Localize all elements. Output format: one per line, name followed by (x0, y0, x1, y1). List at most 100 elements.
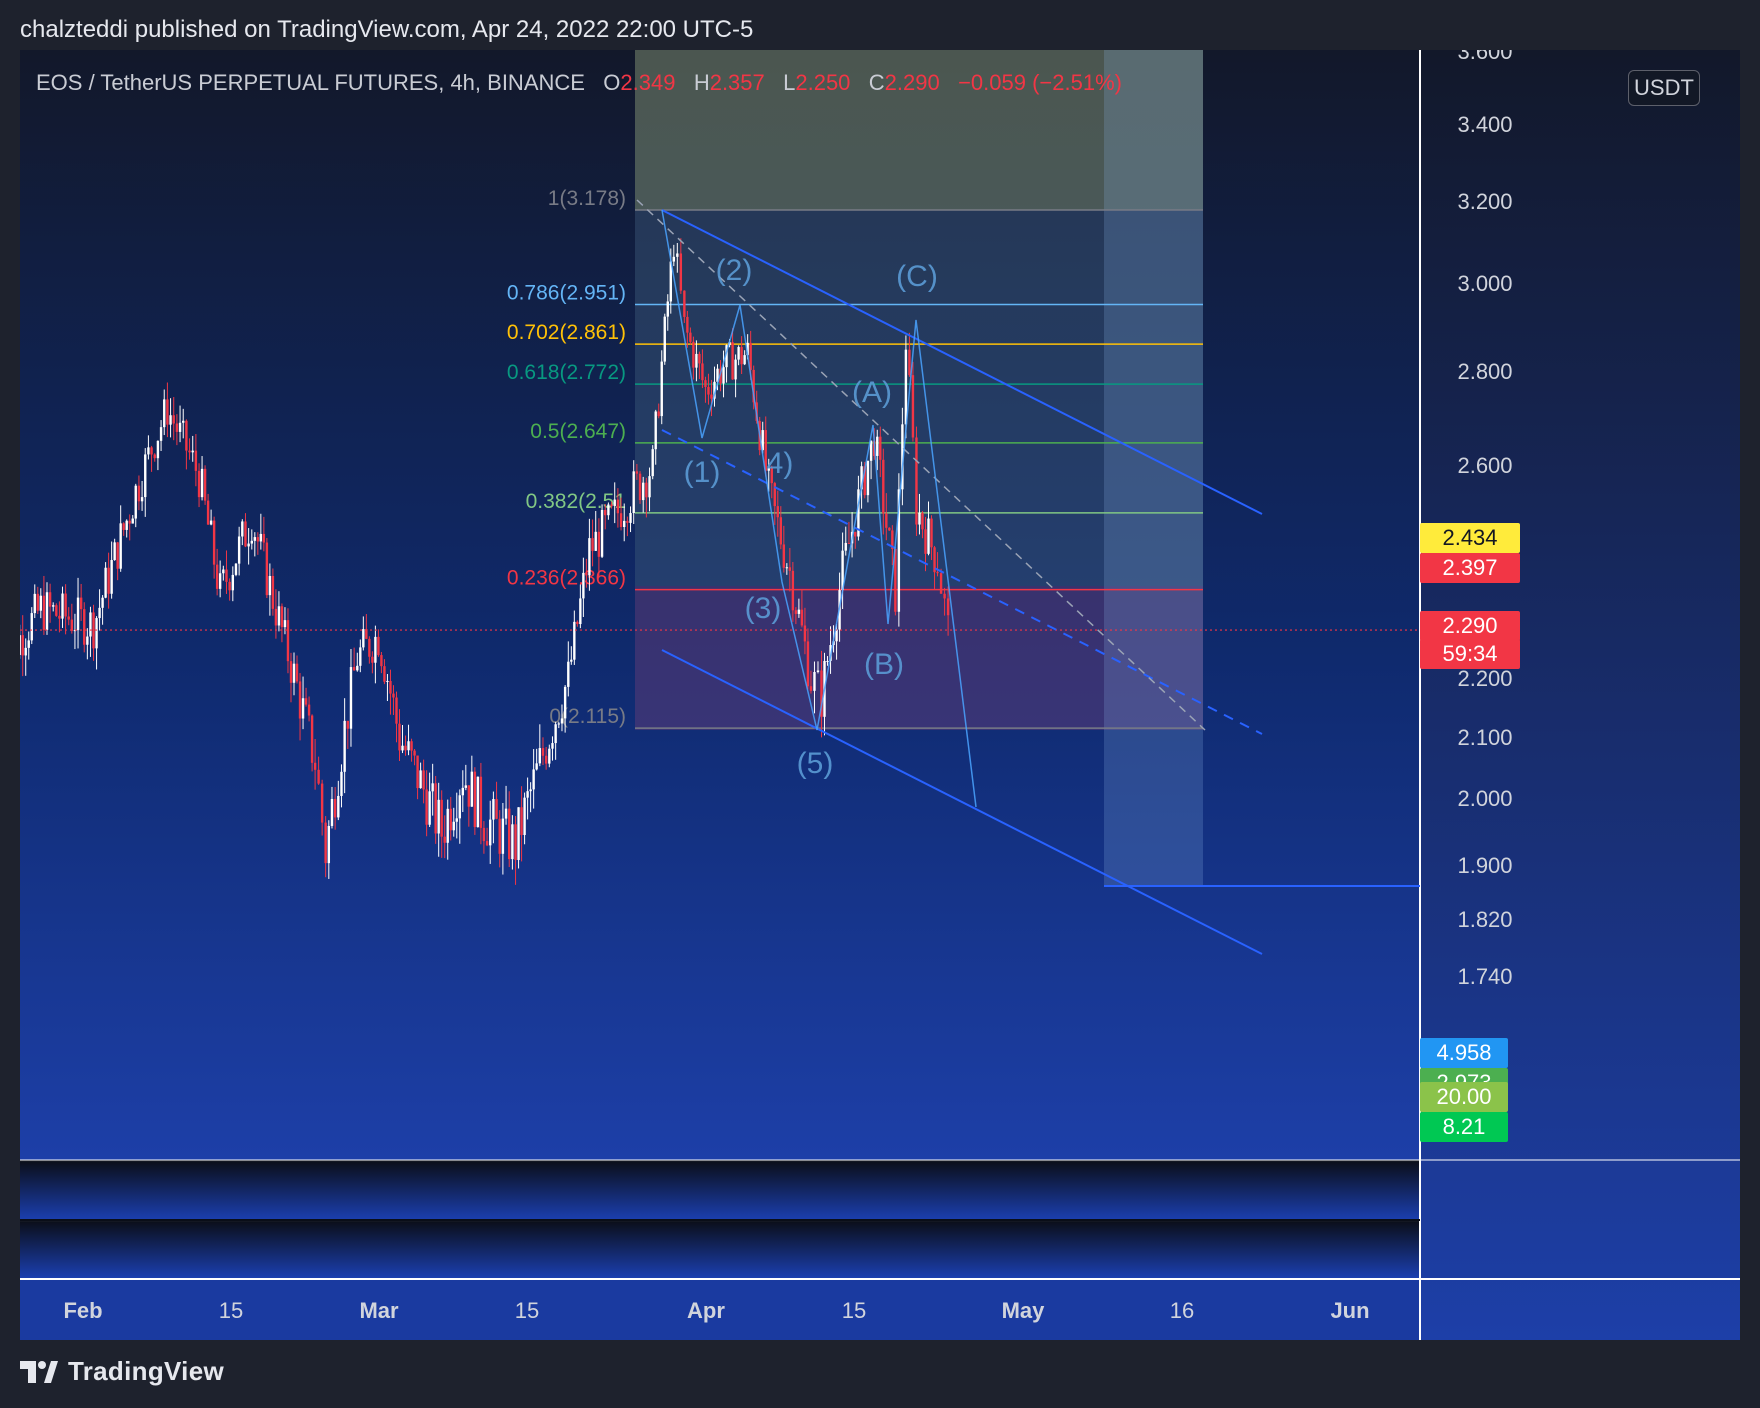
candle-body (362, 629, 365, 648)
candle (265, 538, 269, 598)
fib-level-label: 0.5(2.647) (530, 420, 626, 443)
candle-body (927, 518, 930, 554)
candle-body (806, 641, 810, 687)
candle-body (48, 592, 52, 607)
candle-body (651, 449, 654, 477)
candle-body (879, 436, 882, 460)
price-axis-tick-label: 2.600 (1457, 453, 1512, 478)
candle-body (259, 533, 263, 542)
candle-body (169, 415, 172, 425)
candle-body (657, 411, 660, 417)
candle-body (600, 509, 604, 557)
currency-unit-button[interactable]: USDT (1628, 70, 1700, 106)
wave-label: (1) (684, 456, 721, 489)
candle-body (95, 618, 98, 649)
candle (55, 603, 58, 617)
wave-label: (B) (864, 648, 904, 681)
candle-body (140, 497, 144, 502)
candle-body (915, 437, 918, 525)
price-badge: 2.434 (1420, 523, 1520, 553)
indicator-pane-2-bg (20, 1222, 1420, 1278)
candle-body (98, 607, 101, 619)
candle-body (779, 517, 783, 545)
candle-body (147, 447, 150, 455)
candle-body (150, 447, 153, 455)
candle-body (386, 680, 389, 682)
candle-body (740, 347, 743, 365)
candle-body (200, 468, 204, 498)
fib-level-label: 0.382(2.51 (526, 490, 626, 513)
tradingview-logo-icon (20, 1360, 58, 1383)
candle-body (588, 538, 591, 576)
candle-body (570, 659, 573, 662)
candle-body (526, 791, 529, 798)
candle-body (215, 564, 219, 589)
wave-label: (5) (797, 747, 834, 780)
candle-body (482, 827, 486, 842)
candle-body (452, 821, 455, 831)
candle-body (443, 836, 446, 843)
time-axis-tick-label: Mar (359, 1298, 399, 1323)
candle-body (156, 440, 160, 459)
candle-body (455, 818, 458, 822)
candle-body (936, 572, 939, 574)
footer: TradingView (20, 1356, 224, 1387)
candle-body (476, 776, 480, 828)
candle-body (324, 822, 327, 864)
candle-body (885, 513, 888, 528)
candle-body (178, 422, 182, 432)
low-value: 2.250 (795, 70, 851, 95)
candle-body (280, 606, 284, 628)
candle-body (76, 597, 80, 631)
candle-body (520, 807, 523, 836)
change-value: −0.059 (−2.51%) (958, 70, 1122, 95)
chart-frame[interactable]: 1(3.178) 0.786(2.951) 0.702(2.861) 0.618(2.… (20, 50, 1740, 1340)
time-axis-tick-label: Feb (63, 1298, 102, 1323)
candle-body (551, 743, 554, 749)
candle-body (431, 783, 434, 792)
candle-body (803, 625, 807, 642)
candle-body (638, 473, 642, 501)
candle-body (163, 399, 166, 428)
candle-body (548, 748, 551, 764)
candle-body (262, 533, 266, 543)
candle-body (876, 436, 879, 456)
candle-body (470, 771, 474, 807)
candle-body (298, 681, 302, 719)
candle-body (943, 593, 946, 599)
fib-level-label: 0.702(2.861) (507, 321, 626, 344)
candle-body (654, 411, 657, 450)
candle-body (374, 636, 377, 663)
candle-body (253, 537, 257, 541)
candle-body (277, 606, 281, 626)
candle (476, 776, 480, 828)
candle-body (83, 609, 86, 645)
time-axis-tick-label: May (1002, 1298, 1046, 1323)
candle-body (153, 454, 156, 459)
wave-label: (A) (852, 376, 892, 409)
candle-body (597, 531, 601, 557)
candle-body (241, 521, 244, 537)
candle-body (45, 592, 49, 630)
candle-body (137, 485, 141, 502)
candle-body (218, 573, 222, 589)
candle-body (231, 574, 235, 591)
candle-body (225, 569, 228, 582)
candle-body (645, 482, 648, 498)
candle-body (159, 427, 163, 441)
candle-body (401, 745, 404, 751)
candle-body (392, 693, 395, 698)
candle-body (585, 572, 588, 576)
candle-body (458, 795, 461, 819)
candle-body (918, 512, 921, 525)
wave-label: (3) (745, 592, 782, 625)
candle-body (707, 386, 710, 395)
candle-body (92, 612, 95, 649)
candle-body (440, 799, 443, 837)
candle-body (64, 593, 67, 617)
candle-body (407, 741, 410, 751)
candle-body (58, 615, 61, 619)
chart-canvas[interactable]: 1(3.178) 0.786(2.951) 0.702(2.861) 0.618(2.… (20, 50, 1740, 1340)
candle-body (594, 531, 597, 551)
candle-body (134, 485, 137, 519)
